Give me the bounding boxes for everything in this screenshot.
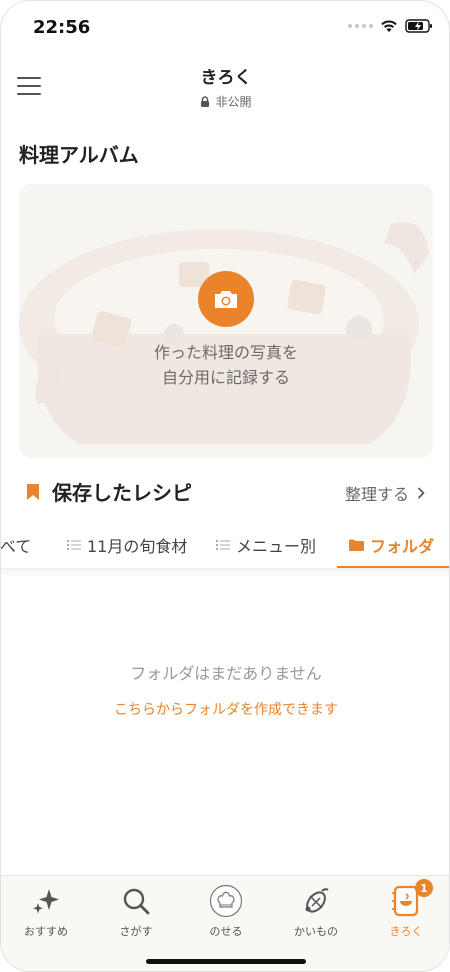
tab-label: 11月の旬食材 bbox=[87, 537, 188, 556]
nav-shopping[interactable]: かいもの bbox=[271, 884, 361, 939]
tab-seasonal[interactable]: 11月の旬食材 bbox=[67, 533, 187, 557]
privacy-status: 非公開 bbox=[1, 93, 449, 110]
bottom-navigation: おすすめ さがす のせる かいもの 1 きろく bbox=[1, 875, 449, 971]
tab-label: メニュー別 bbox=[236, 537, 317, 556]
wifi-icon bbox=[381, 20, 397, 32]
album-prompt-line2: 自分用に記録する bbox=[161, 368, 290, 387]
chevron-right-icon bbox=[417, 487, 425, 499]
app-header: きろく 非公開 bbox=[1, 55, 449, 123]
lock-icon bbox=[201, 96, 210, 107]
sparkle-icon bbox=[33, 889, 59, 914]
album-card[interactable]: 作った料理の写真を 自分用に記録する bbox=[19, 184, 433, 458]
nav-record[interactable]: 1 きろく bbox=[361, 879, 449, 939]
status-bar: 22:56 bbox=[1, 1, 449, 55]
nav-post[interactable]: のせる bbox=[181, 884, 271, 939]
folder-icon bbox=[349, 539, 364, 551]
privacy-label: 非公開 bbox=[215, 95, 252, 109]
list-icon bbox=[216, 540, 230, 550]
tab-all[interactable]: すべて bbox=[1, 533, 31, 557]
organize-link[interactable]: 整理する bbox=[345, 481, 425, 505]
shopping-icon bbox=[305, 888, 329, 913]
nav-recommended[interactable]: おすすめ bbox=[1, 884, 91, 939]
active-tab-indicator bbox=[337, 566, 449, 568]
bookmark-icon bbox=[27, 484, 39, 500]
album-prompt: 作った料理の写真を 自分用に記録する bbox=[19, 340, 433, 390]
notification-badge: 1 bbox=[415, 879, 433, 897]
camera-icon bbox=[215, 291, 237, 308]
empty-folders-message: フォルダはまだありません bbox=[130, 664, 322, 683]
add-photo-button[interactable] bbox=[198, 271, 254, 327]
nav-search[interactable]: さがす bbox=[91, 884, 181, 939]
tab-folders[interactable]: フォルダ bbox=[349, 533, 434, 557]
signal-icon bbox=[348, 24, 373, 28]
nav-label: きろく bbox=[389, 925, 423, 938]
saved-recipes-header: 保存したレシピ 整理する bbox=[1, 471, 449, 511]
battery-charging-icon bbox=[405, 19, 432, 33]
nav-label: おすすめ bbox=[24, 925, 68, 938]
nav-label: かいもの bbox=[294, 925, 338, 938]
app-screen: 22:56 きろく 非公開 料理アルバム 作った料理の写真を 自分用に記録する … bbox=[0, 0, 450, 972]
nav-label: のせる bbox=[209, 925, 243, 938]
album-section-title: 料理アルバム bbox=[19, 143, 139, 167]
status-time: 22:56 bbox=[33, 17, 91, 38]
tab-by-menu[interactable]: メニュー別 bbox=[216, 533, 316, 557]
album-prompt-line1: 作った料理の写真を bbox=[153, 343, 298, 362]
tab-label: フォルダ bbox=[370, 537, 435, 556]
list-icon bbox=[67, 540, 81, 550]
page-title: きろく bbox=[200, 68, 252, 88]
saved-recipes-title: 保存したレシピ bbox=[52, 481, 192, 505]
home-indicator bbox=[146, 959, 306, 964]
chef-hat-icon bbox=[209, 884, 243, 918]
create-folder-link[interactable]: こちらからフォルダを作成できます bbox=[1, 699, 449, 719]
status-indicators bbox=[348, 19, 433, 33]
tab-label: すべて bbox=[1, 537, 32, 556]
recipe-tabs: すべて 11月の旬食材 メニュー別 フォルダ bbox=[1, 523, 449, 569]
organize-label: 整理する bbox=[344, 485, 409, 504]
nav-label: さがす bbox=[119, 925, 153, 938]
search-icon bbox=[123, 888, 150, 915]
